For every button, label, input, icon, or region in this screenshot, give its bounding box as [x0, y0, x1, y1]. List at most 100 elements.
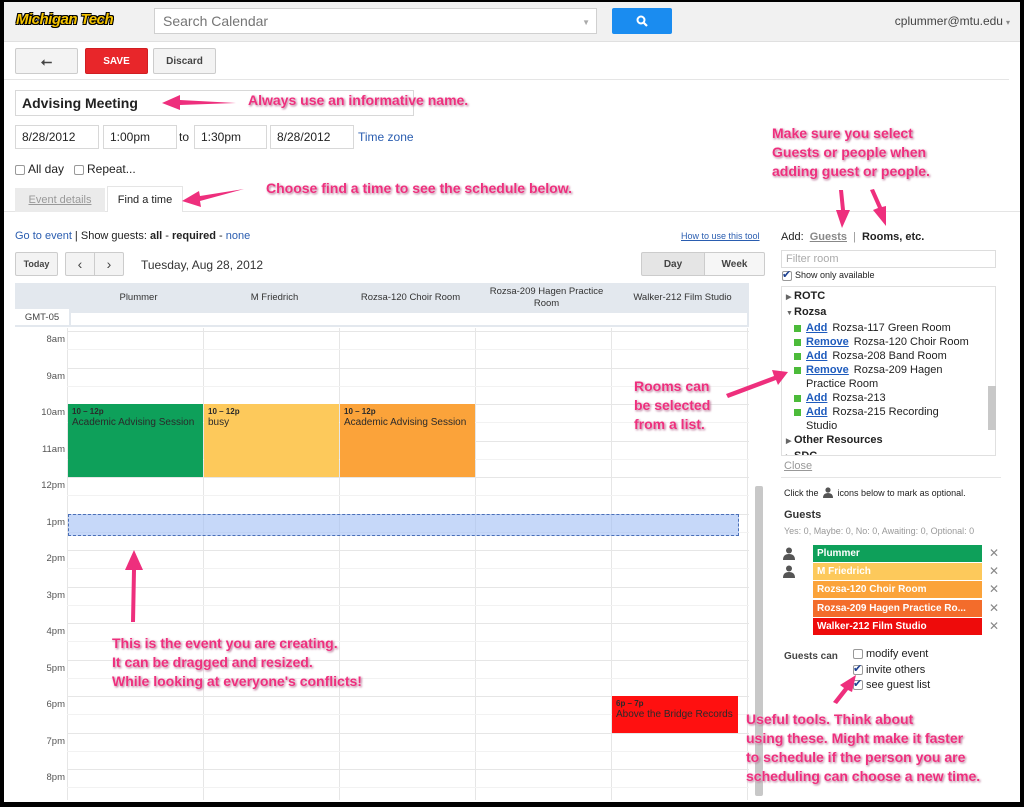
room-group[interactable]: ▶SDC: [786, 449, 995, 455]
day-view-button[interactable]: Day: [641, 252, 705, 276]
schedule-header: Plummer M Friedrich Rozsa-120 Choir Room…: [15, 283, 749, 327]
checkbox-icon[interactable]: [853, 662, 863, 675]
previous-day-button[interactable]: ‹: [65, 252, 95, 276]
week-view-button[interactable]: Week: [704, 252, 765, 276]
guest-chip[interactable]: Plummer: [813, 545, 982, 562]
search-box[interactable]: ▼: [154, 8, 597, 34]
remove-guest-icon[interactable]: ✕: [989, 582, 999, 596]
close-link[interactable]: Close: [784, 460, 812, 472]
remove-guest-icon[interactable]: ✕: [989, 546, 999, 560]
start-time-field[interactable]: 1:00pm: [103, 125, 177, 149]
guests-tab[interactable]: Guests: [810, 231, 847, 243]
add-room-link[interactable]: Add: [806, 406, 827, 418]
checkbox-icon[interactable]: [853, 649, 863, 660]
busy-event[interactable]: 10 – 12p Academic Advising Session: [340, 404, 475, 477]
person-icon[interactable]: [783, 547, 795, 560]
collapsed-icon[interactable]: ▶: [786, 451, 794, 455]
room-group[interactable]: ▼Rozsa: [786, 305, 995, 321]
how-to-use-link[interactable]: How to use this tool: [681, 231, 760, 241]
busy-event[interactable]: 10 – 12p Academic Advising Session: [68, 404, 203, 477]
room-group[interactable]: ▶ Other Resources: [786, 433, 995, 449]
all-day-label: All day: [28, 162, 65, 176]
next-day-button[interactable]: ›: [94, 252, 124, 276]
room-item: Add Rozsa-213: [786, 391, 995, 405]
room-group-label: ROTC: [794, 290, 826, 302]
show-only-available-checkbox[interactable]: Show only available: [782, 268, 875, 281]
column-header: M Friedrich: [250, 292, 299, 303]
checkbox-icon[interactable]: [782, 268, 792, 281]
room-name: Rozsa-209 Hagen: [853, 364, 943, 376]
show-none-link[interactable]: none: [226, 230, 250, 242]
remove-room-link[interactable]: Remove: [806, 336, 849, 348]
add-room-link[interactable]: Add: [806, 322, 827, 334]
user-email: cplummer@mtu.edu: [894, 14, 1003, 28]
annotation-guests-tip: Make sure you select Guests or people wh…: [772, 124, 930, 181]
room-group[interactable]: ▶ ROTC: [786, 289, 995, 305]
show-all-option[interactable]: all: [150, 230, 162, 242]
permission-checkbox[interactable]: modify event: [853, 648, 928, 660]
repeat-label: Repeat...: [87, 162, 136, 176]
end-date-field[interactable]: 8/28/2012: [270, 125, 354, 149]
add-room-link[interactable]: Add: [806, 350, 827, 362]
search-icon: [636, 15, 648, 27]
michigan-tech-logo[interactable]: Michigan Tech: [16, 11, 114, 28]
available-indicator-icon: [794, 408, 801, 416]
column-header: Plummer: [119, 292, 158, 303]
search-dropdown-icon[interactable]: ▼: [582, 18, 590, 27]
filter-room-input[interactable]: Filter room: [781, 250, 996, 268]
search-input[interactable]: [155, 9, 575, 33]
end-time-field[interactable]: 1:30pm: [194, 125, 267, 149]
all-day-strip[interactable]: [71, 313, 747, 325]
guest-chip[interactable]: Rozsa-120 Choir Room: [813, 581, 982, 599]
annotation-tools-tip: Useful tools. Think about using these. M…: [746, 710, 980, 786]
new-event-block[interactable]: [68, 513, 739, 536]
checkbox-icon[interactable]: [853, 677, 863, 691]
guests-heading: Guests: [784, 509, 822, 521]
remove-room-link[interactable]: Remove: [806, 364, 849, 376]
time-zone-link[interactable]: Time zone: [358, 130, 414, 144]
tab-find-a-time[interactable]: Find a time: [107, 186, 183, 212]
remove-guest-icon[interactable]: ✕: [989, 564, 999, 578]
checkbox-icon[interactable]: [15, 164, 25, 175]
rooms-tab[interactable]: Rooms, etc.: [862, 231, 924, 243]
search-button[interactable]: [612, 8, 672, 34]
tab-event-details[interactable]: Event details: [15, 188, 105, 212]
remove-guest-icon[interactable]: ✕: [989, 601, 999, 615]
show-required-option[interactable]: required: [172, 230, 216, 242]
today-button[interactable]: Today: [15, 252, 58, 276]
start-date-field[interactable]: 8/28/2012: [15, 125, 99, 149]
collapsed-icon[interactable]: ▶: [786, 291, 794, 305]
busy-event[interactable]: 6p – 7p Above the Bridge Records: [612, 696, 738, 733]
hour-line: [67, 550, 749, 551]
room-item: Add Rozsa-215 Recording Studio: [786, 405, 995, 433]
room-item: Add Rozsa-117 Green Room: [786, 321, 995, 335]
hint-text: icons below to mark as optional.: [837, 488, 966, 498]
guest-chip[interactable]: M Friedrich: [813, 563, 982, 581]
available-indicator-icon: [794, 394, 801, 402]
account-menu[interactable]: cplummer@mtu.edu ▾: [895, 14, 1010, 28]
busy-event[interactable]: 10 – 12p busy: [204, 404, 339, 477]
half-hour-line: [67, 349, 749, 351]
remove-guest-icon[interactable]: ✕: [989, 619, 999, 633]
discard-button[interactable]: Discard: [153, 48, 216, 74]
annotation-name-tip: Always use an informative name.: [248, 92, 469, 108]
hour-label: 1pm: [46, 516, 65, 528]
add-room-link[interactable]: Add: [806, 392, 827, 404]
person-icon[interactable]: [783, 565, 795, 579]
guest-chip[interactable]: Walker-212 Film Studio: [813, 617, 982, 635]
expanded-icon[interactable]: ▼: [786, 307, 794, 321]
hour-label: 3pm: [46, 589, 65, 601]
back-button[interactable]: ⭠: [15, 48, 78, 74]
checkbox-icon[interactable]: [74, 164, 84, 175]
save-button[interactable]: SAVE: [85, 48, 148, 74]
permission-checkbox[interactable]: invite others: [853, 662, 925, 676]
repeat-checkbox[interactable]: Repeat...: [74, 162, 136, 176]
hour-line: [67, 732, 749, 734]
optional-hint: Click the icons below to mark as optiona…: [784, 487, 966, 498]
go-to-event-link[interactable]: Go to event: [15, 230, 72, 242]
guest-chip[interactable]: Rozsa-209 Hagen Practice Ro...: [813, 599, 982, 617]
permission-checkbox[interactable]: see guest list: [853, 677, 930, 691]
all-day-checkbox[interactable]: All day: [15, 162, 64, 176]
room-list-scrollbar[interactable]: [988, 386, 996, 430]
collapsed-icon[interactable]: ▶: [786, 435, 794, 449]
